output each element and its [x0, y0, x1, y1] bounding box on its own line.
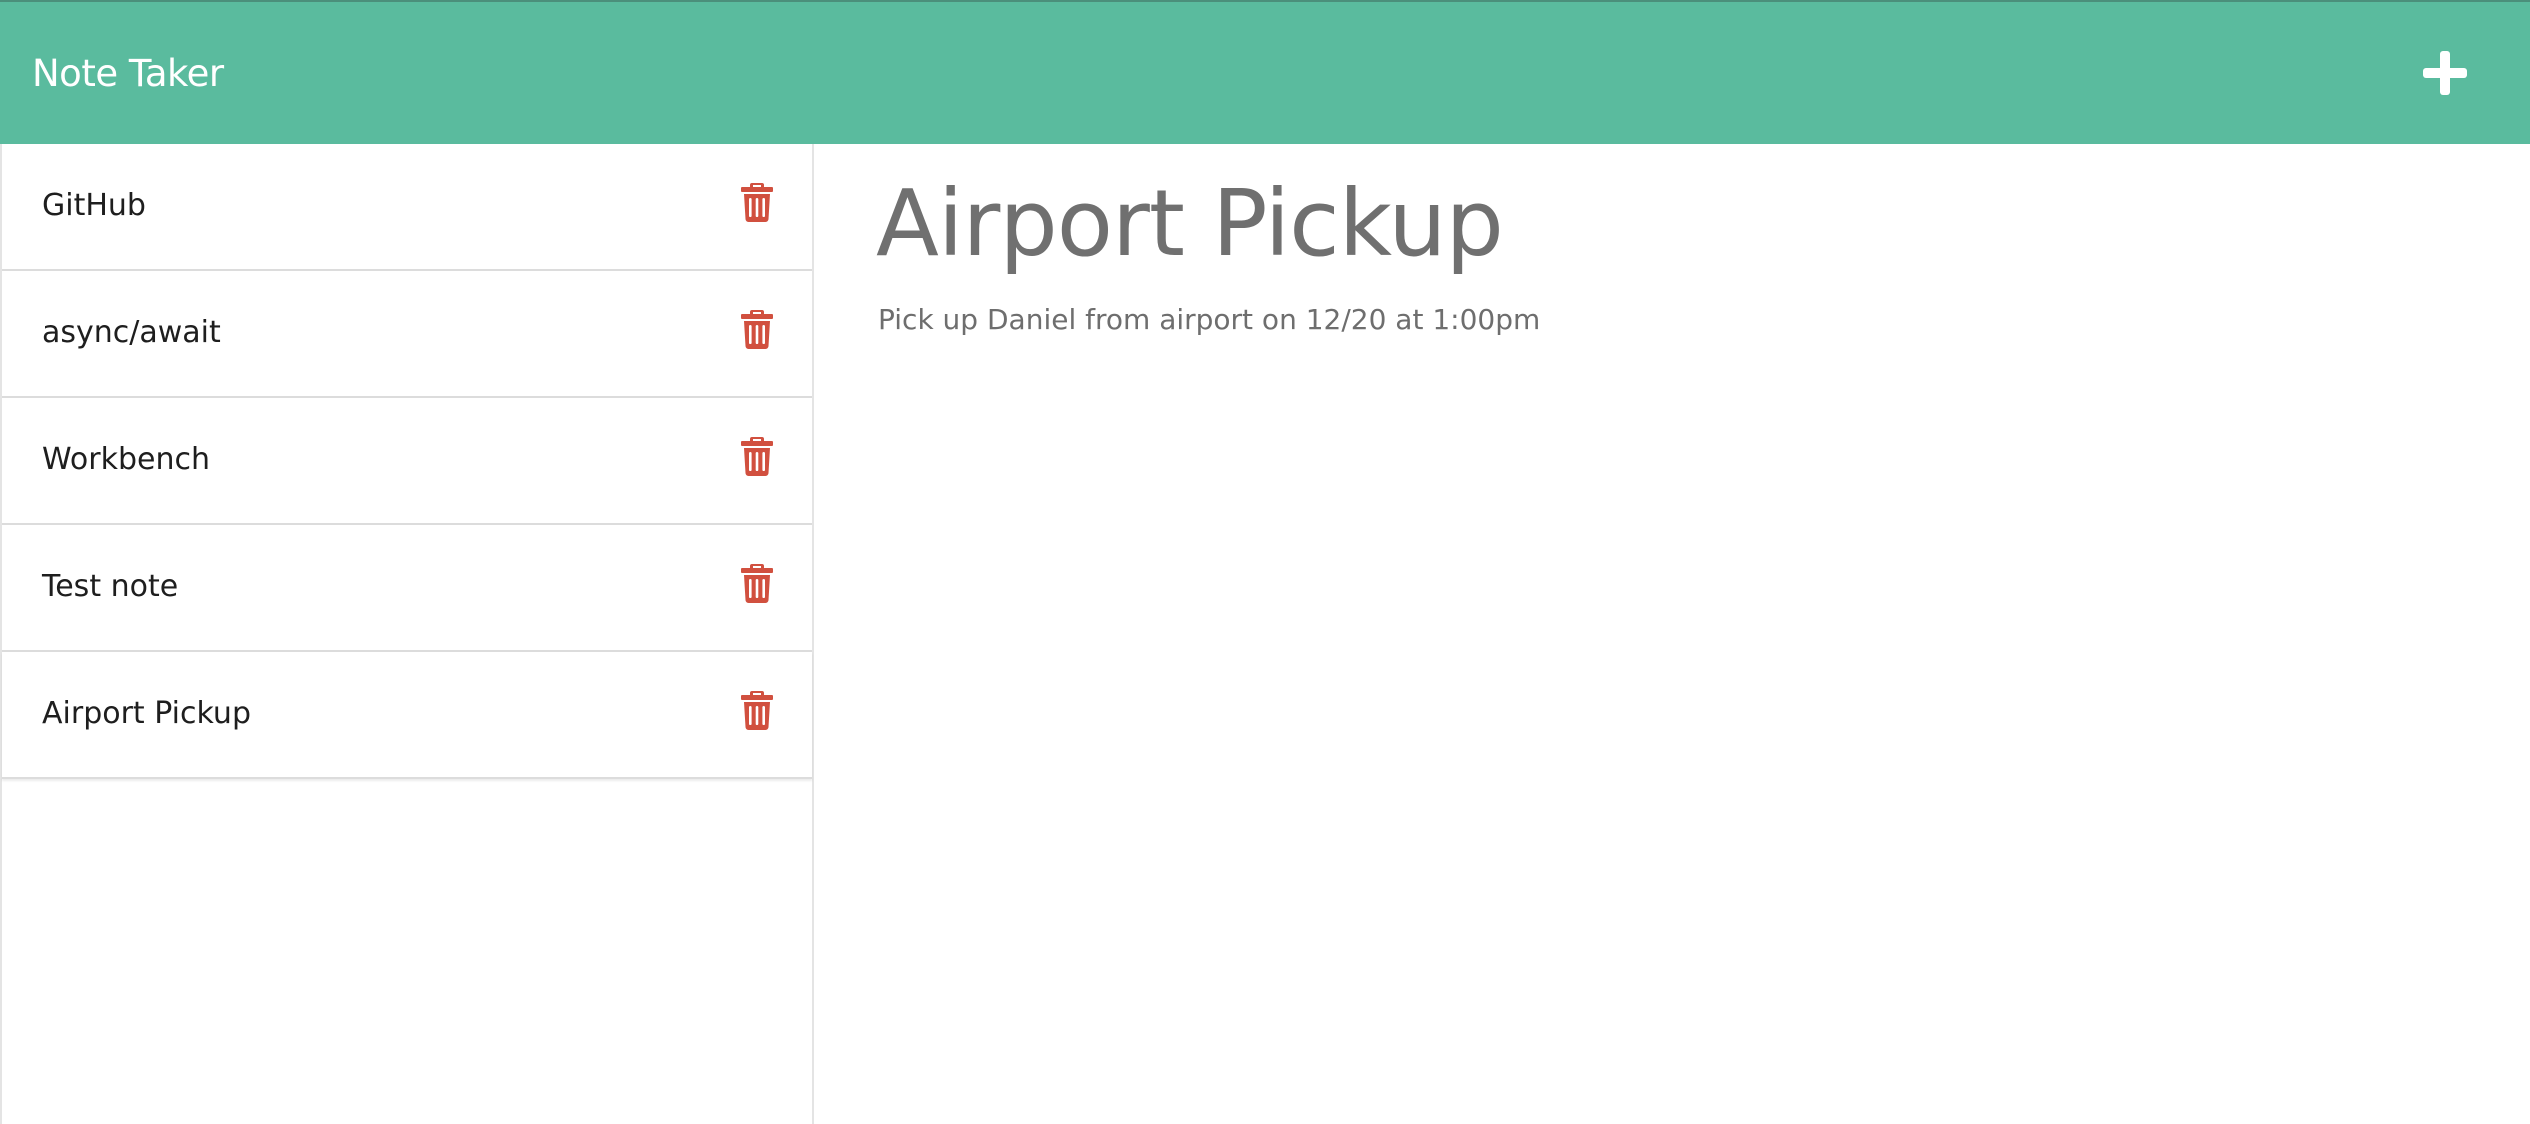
note-list: GitHub async/await Workbench Test note A… [2, 144, 812, 779]
trash-icon [741, 691, 773, 730]
new-note-button[interactable] [2418, 46, 2472, 100]
note-list-item-title[interactable]: Airport Pickup [42, 694, 251, 734]
note-list-item-async-await[interactable]: async/await [2, 271, 812, 398]
delete-note-button[interactable] [741, 436, 773, 476]
notes-sidebar: GitHub async/await Workbench Test note A… [0, 144, 814, 1124]
navbar: Note Taker [0, 0, 2530, 144]
delete-note-button[interactable] [741, 182, 773, 222]
plus-icon [2423, 51, 2467, 95]
trash-icon [741, 564, 773, 603]
note-list-item-test-note[interactable]: Test note [2, 525, 812, 652]
note-list-item-github[interactable]: GitHub [2, 144, 812, 271]
note-list-item-workbench[interactable]: Workbench [2, 398, 812, 525]
note-list-item-airport-pickup[interactable]: Airport Pickup [2, 652, 812, 779]
app-brand[interactable]: Note Taker [32, 52, 224, 96]
delete-note-button[interactable] [741, 563, 773, 603]
note-list-item-title[interactable]: GitHub [42, 186, 146, 226]
note-list-item-title[interactable]: Test note [42, 567, 178, 607]
note-editor: Airport Pickup Pick up Daniel from airpo… [814, 144, 2530, 1124]
note-title-field[interactable]: Airport Pickup [876, 164, 1504, 284]
note-list-item-title[interactable]: Workbench [42, 440, 210, 480]
note-list-item-title[interactable]: async/await [42, 313, 221, 353]
delete-note-button[interactable] [741, 309, 773, 349]
note-text-field[interactable]: Pick up Daniel from airport on 12/20 at … [878, 300, 1540, 340]
trash-icon [741, 183, 773, 222]
trash-icon [741, 437, 773, 476]
delete-note-button[interactable] [741, 690, 773, 730]
trash-icon [741, 310, 773, 349]
